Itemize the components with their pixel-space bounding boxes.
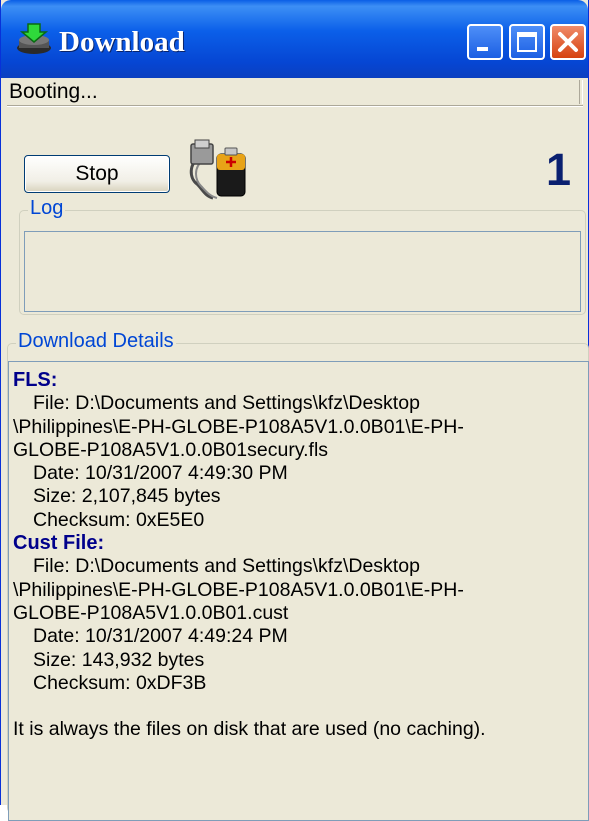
- log-label: Log: [28, 197, 66, 220]
- log-textbox[interactable]: [24, 231, 581, 312]
- download-details-content: FLS: File: D:\Documents and Settings\kfz…: [13, 369, 579, 741]
- download-window: Download Booting... Stop 1 Log Download …: [0, 0, 589, 821]
- maximize-button[interactable]: [509, 24, 545, 60]
- title-bar[interactable]: Download: [1, 0, 588, 78]
- fls-heading: FLS:: [13, 369, 58, 391]
- cust-file-line-1: File: D:\Documents and Settings\kfz\Desk…: [33, 555, 420, 578]
- cust-date: Date: 10/31/2007 4:49:24 PM: [33, 625, 288, 648]
- attempt-counter: 1: [545, 144, 571, 195]
- close-button[interactable]: [550, 24, 586, 60]
- status-separator: [579, 80, 583, 104]
- cust-file-heading: Cust File:: [13, 532, 105, 555]
- fls-file-line-1: File: D:\Documents and Settings\kfz\Desk…: [33, 392, 420, 415]
- maximize-icon: [517, 32, 537, 52]
- cust-file-line-2: \Philippines\E-PH-GLOBE-P108A5V1.0.0B01\…: [13, 578, 464, 601]
- cust-checksum: Checksum: 0xDF3B: [33, 671, 207, 694]
- minimize-icon: [477, 47, 488, 51]
- status-bar: Booting...: [7, 78, 583, 107]
- caching-note: It is always the files on disk that are …: [13, 718, 486, 741]
- minimize-button[interactable]: [467, 24, 503, 60]
- cust-file-line-3: GLOBE-P108A5V1.0.0B01.cust: [13, 601, 289, 624]
- stop-button[interactable]: Stop: [24, 155, 170, 193]
- download-details-group: Download Details FLS: File: D:\Documents…: [7, 330, 589, 821]
- fls-checksum: Checksum: 0xE5E0: [33, 508, 205, 531]
- fls-file-line-3: GLOBE-P108A5V1.0.0B01secury.fls: [13, 438, 329, 461]
- app-icon: [17, 23, 51, 54]
- download-details-textbox[interactable]: FLS: File: D:\Documents and Settings\kfz…: [8, 361, 589, 821]
- window-title: Download: [59, 26, 185, 58]
- log-group: Log: [19, 197, 586, 315]
- fls-date: Date: 10/31/2007 4:49:30 PM: [33, 462, 288, 485]
- close-icon: [558, 32, 578, 52]
- download-details-label: Download Details: [16, 330, 176, 353]
- fls-size: Size: 2,107,845 bytes: [33, 485, 221, 508]
- cust-size: Size: 143,932 bytes: [33, 648, 205, 671]
- fls-file-line-2: \Philippines\E-PH-GLOBE-P108A5V1.0.0B01\…: [13, 415, 464, 438]
- status-text: Booting...: [9, 80, 98, 103]
- battery-usb-icon: [189, 139, 246, 200]
